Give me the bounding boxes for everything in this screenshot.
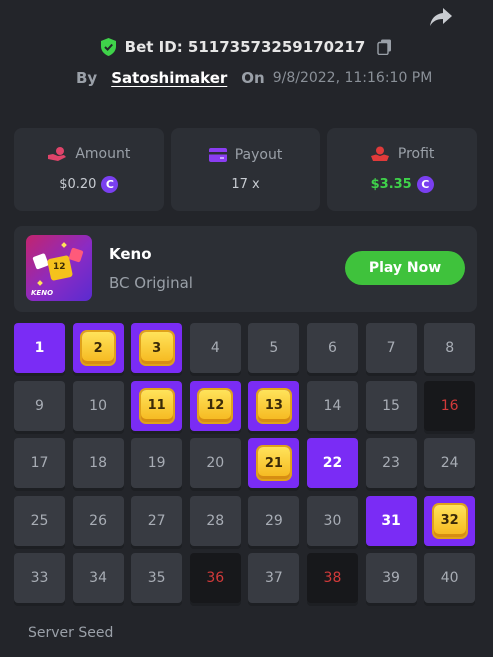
hand-coin-icon — [48, 147, 67, 161]
server-seed-label: Server Seed — [28, 625, 114, 641]
author-link[interactable]: Satoshimaker — [111, 69, 227, 87]
gold-gem-icon: 21 — [257, 447, 290, 479]
profit-value: $3.35 — [370, 177, 412, 192]
copy-icon[interactable] — [377, 39, 393, 55]
amount-value: $0.20 — [59, 177, 97, 192]
keno-cell: 31 — [365, 495, 417, 546]
keno-cell: 16 — [424, 380, 476, 431]
keno-cell: 21 — [248, 438, 300, 488]
keno-grid: 1 2 3 4 5 6 7 8 9 10 11 12 13 14 15 16 17 18 19 20 21 22 23 24 2… — [14, 323, 478, 603]
keno-cell: 23 — [365, 438, 417, 488]
keno-cell: 35 — [131, 553, 183, 603]
keno-cell: 6 — [306, 323, 358, 373]
keno-cell: 34 — [72, 553, 124, 603]
keno-cell: 30 — [306, 495, 358, 546]
bet-id-text: Bet ID: 51173573259170217 — [124, 38, 366, 56]
on-label: On — [241, 69, 265, 87]
thumb-die-label: 12 — [53, 262, 66, 272]
amount-card: Amount $0.20 C — [14, 128, 164, 211]
keno-cell: 15 — [365, 380, 417, 431]
amount-label: Amount — [75, 146, 131, 162]
keno-cell: 4 — [189, 323, 241, 373]
keno-cell: 13 — [248, 380, 300, 431]
keno-cell: 17 — [14, 438, 65, 488]
keno-cell: 5 — [248, 323, 300, 373]
keno-cell: 19 — [131, 438, 183, 488]
keno-cell: 27 — [131, 495, 183, 546]
keno-cell: 28 — [189, 495, 241, 546]
keno-cell: 39 — [365, 553, 417, 603]
game-card: 12 KENO Keno BC Original Play Now — [14, 226, 477, 312]
by-label: By — [76, 69, 98, 87]
gold-gem-icon: 13 — [257, 389, 290, 422]
payout-value: 17 x — [231, 177, 260, 192]
play-now-button[interactable]: Play Now — [345, 251, 465, 285]
keno-cell: 11 — [131, 380, 183, 431]
payout-card: Payout 17 x — [170, 128, 321, 211]
share-button[interactable] — [428, 6, 454, 28]
keno-logo-text: KENO — [31, 289, 54, 297]
keno-cell: 20 — [189, 438, 241, 488]
game-subtitle: BC Original — [109, 274, 193, 292]
keno-cell: 9 — [14, 380, 65, 431]
bet-stats: Amount $0.20 C Payout 17 x Profit $3.35 … — [14, 128, 478, 211]
keno-cell: 40 — [424, 553, 476, 603]
verified-shield-icon — [100, 38, 117, 56]
gold-gem-icon: 3 — [140, 332, 173, 364]
coin-icon: C — [416, 176, 434, 193]
coin-icon: C — [101, 176, 119, 193]
keno-cell: 18 — [72, 438, 124, 488]
keno-cell: 1 — [14, 323, 65, 373]
keno-cell: 33 — [14, 553, 65, 603]
keno-cell: 2 — [72, 323, 124, 373]
keno-cell: 29 — [248, 495, 300, 546]
keno-cell: 8 — [424, 323, 476, 373]
keno-cell: 37 — [248, 553, 300, 603]
share-icon — [430, 8, 452, 26]
keno-cell: 32 — [424, 495, 476, 546]
bet-date: 9/8/2022, 11:16:10 PM — [272, 70, 433, 86]
keno-cell: 22 — [306, 438, 358, 488]
keno-cell: 10 — [72, 380, 124, 431]
profit-label: Profit — [397, 146, 435, 162]
bet-id-row: Bet ID: 51173573259170217 — [0, 38, 493, 56]
gold-gem-icon: 32 — [433, 504, 466, 537]
bet-meta-row: By Satoshimaker On 9/8/2022, 11:16:10 PM — [76, 69, 432, 87]
gold-gem-icon: 11 — [140, 389, 173, 422]
keno-cell: 12 — [189, 380, 241, 431]
keno-cell: 7 — [365, 323, 417, 373]
wallet-icon — [208, 148, 227, 162]
keno-thumbnail: 12 KENO — [26, 235, 92, 301]
keno-cell: 3 — [131, 323, 183, 373]
keno-cell: 36 — [189, 553, 241, 603]
keno-cell: 26 — [72, 495, 124, 546]
gold-gem-icon: 12 — [199, 389, 232, 422]
profit-card: Profit $3.35 C — [327, 128, 478, 211]
keno-cell: 38 — [306, 553, 358, 603]
keno-cell: 14 — [306, 380, 358, 431]
gold-gem-icon: 2 — [82, 332, 115, 364]
game-name: Keno — [109, 245, 152, 263]
keno-cell: 24 — [424, 438, 476, 488]
profit-icon — [370, 146, 389, 161]
keno-cell: 25 — [14, 495, 65, 546]
payout-label: Payout — [234, 147, 283, 163]
